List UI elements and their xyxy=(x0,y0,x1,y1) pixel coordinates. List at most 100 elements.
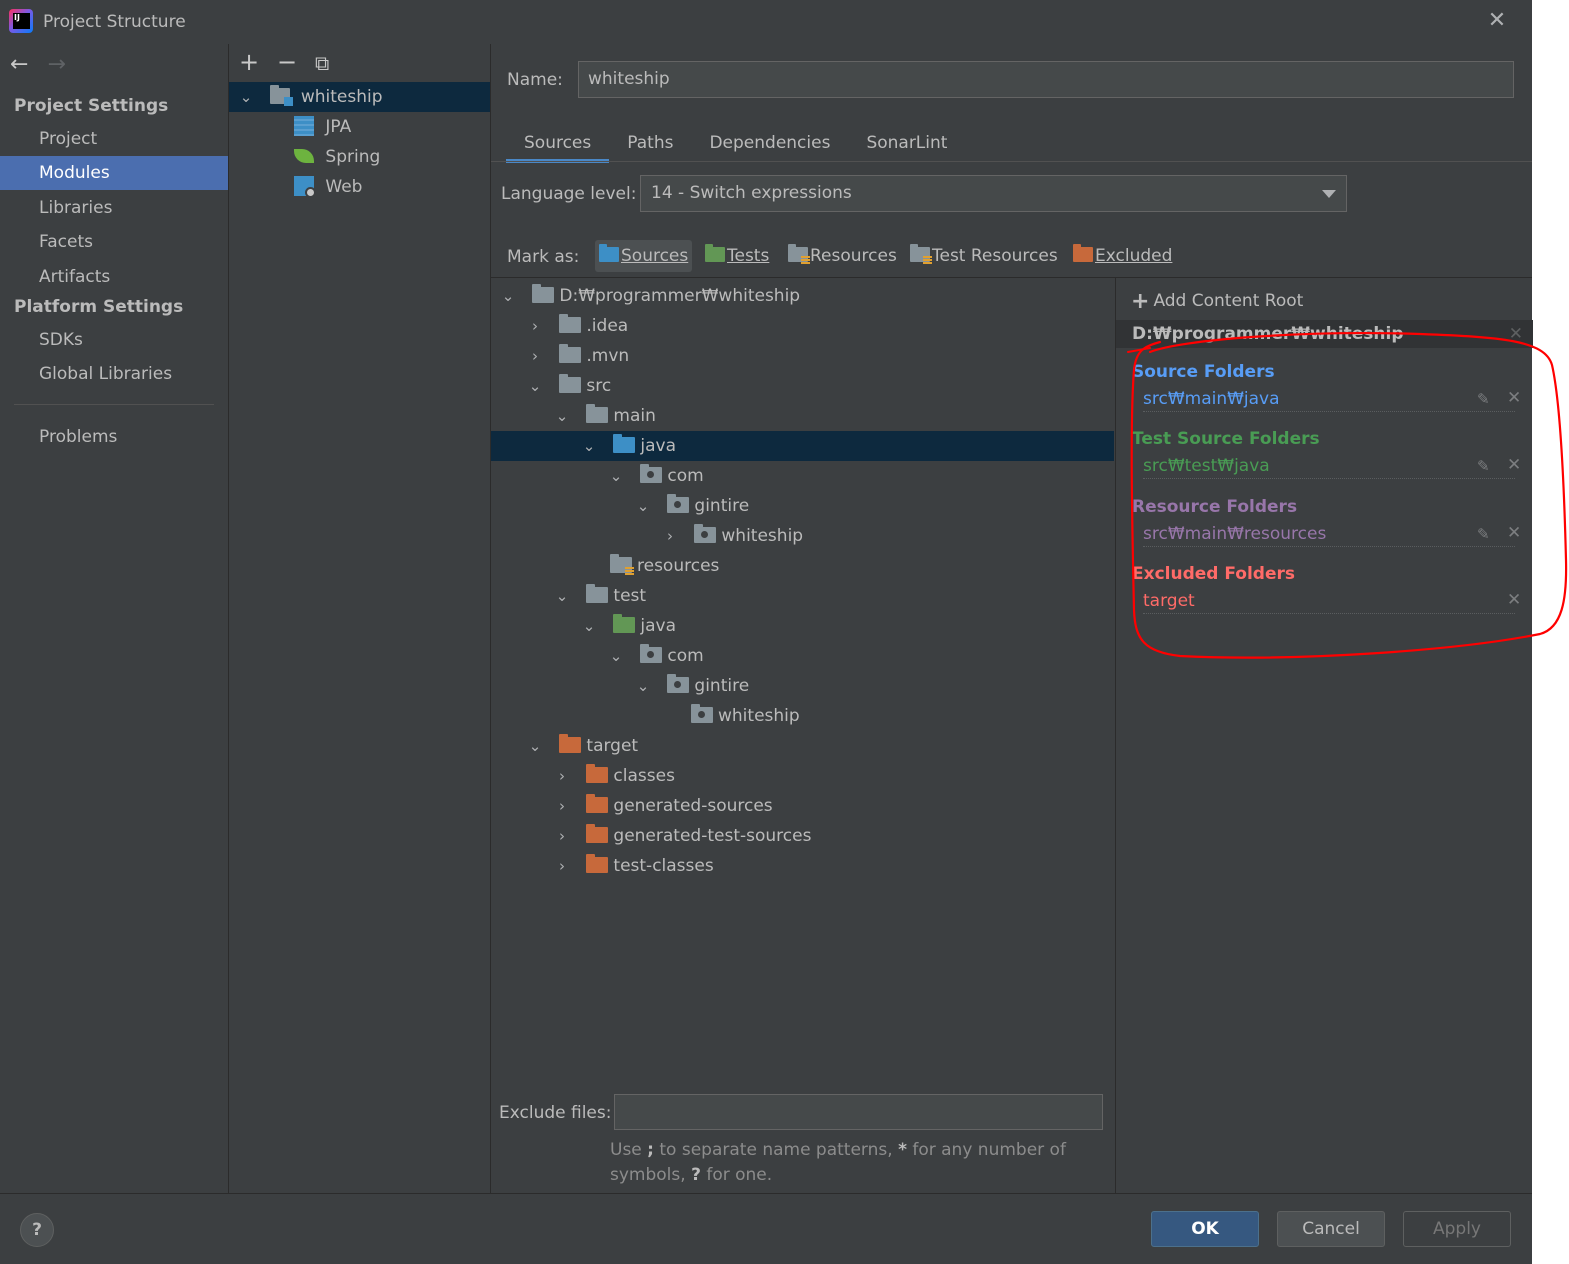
tree-row[interactable]: ⌄ D:₩programmer₩whiteship xyxy=(491,281,1114,311)
tree-row[interactable]: ⌄ java xyxy=(491,611,1114,641)
mark-sources-button[interactable]: Sources xyxy=(595,240,693,272)
chevron-down-icon[interactable]: ⌄ xyxy=(582,611,596,641)
mark-resources-button[interactable]: Resources xyxy=(784,240,901,272)
resource-folder-path[interactable]: src₩main₩resources xyxy=(1143,523,1515,547)
remove-module-icon[interactable]: − xyxy=(277,48,315,76)
chevron-down-icon[interactable]: ⌄ xyxy=(609,461,623,491)
nav-item-artifacts[interactable]: Artifacts xyxy=(0,260,228,294)
exclude-files-input[interactable] xyxy=(614,1094,1103,1130)
nav-item-global-libraries[interactable]: Global Libraries xyxy=(0,357,228,391)
chevron-right-icon[interactable]: › xyxy=(555,821,569,851)
back-arrow-icon[interactable]: ← xyxy=(10,52,28,77)
tab-dependencies[interactable]: Dependencies xyxy=(691,124,848,162)
facet-row-spring[interactable]: Spring xyxy=(229,142,490,172)
chevron-right-icon[interactable]: › xyxy=(528,341,542,371)
edit-pencil-icon[interactable]: ✎ xyxy=(1477,390,1490,408)
chevron-down-icon[interactable]: ⌄ xyxy=(528,371,542,401)
chevron-down-icon[interactable]: ⌄ xyxy=(528,731,542,761)
jpa-icon xyxy=(294,116,314,136)
module-row-whiteship[interactable]: ⌄ whiteship xyxy=(229,82,490,112)
add-module-icon[interactable]: + xyxy=(239,48,277,76)
dropdown-arrow-icon xyxy=(1322,190,1336,198)
mark-tests-button[interactable]: Tests xyxy=(701,240,773,272)
tree-label: target xyxy=(586,736,639,756)
remove-icon[interactable]: ✕ xyxy=(1507,590,1521,610)
chevron-down-icon[interactable]: ⌄ xyxy=(582,431,596,461)
tree-label: D:₩programmer₩whiteship xyxy=(559,286,801,306)
chevron-right-icon[interactable]: › xyxy=(528,311,542,341)
chevron-right-icon[interactable]: › xyxy=(663,521,677,551)
tree-row-selected[interactable]: ⌄ java xyxy=(491,431,1114,461)
tree-row[interactable]: › generated-test-sources xyxy=(491,821,1114,851)
remove-icon[interactable]: ✕ xyxy=(1507,523,1521,543)
edit-pencil-icon[interactable]: ✎ xyxy=(1477,525,1490,543)
chevron-down-icon[interactable]: ⌄ xyxy=(501,281,515,311)
tree-row[interactable]: › .mvn xyxy=(491,341,1114,371)
chevron-right-icon[interactable]: › xyxy=(555,851,569,881)
nav-item-libraries[interactable]: Libraries xyxy=(0,191,228,225)
mark-test-resources-button[interactable]: Test Resources xyxy=(906,240,1062,272)
intellij-logo-icon xyxy=(9,9,33,33)
add-content-root-label: Add Content Root xyxy=(1153,291,1304,311)
close-icon[interactable]: ✕ xyxy=(1484,8,1510,34)
folder-icon xyxy=(532,284,555,303)
tab-paths[interactable]: Paths xyxy=(609,124,691,162)
remove-icon[interactable]: ✕ xyxy=(1507,455,1521,475)
tree-row[interactable]: resources xyxy=(491,551,1114,581)
test-source-folder-icon xyxy=(613,614,636,633)
excluded-folder-path[interactable]: target xyxy=(1143,590,1515,614)
chevron-right-icon[interactable]: › xyxy=(555,761,569,791)
add-content-root-button[interactable]: + Add Content Root xyxy=(1131,289,1303,314)
ok-button[interactable]: OK xyxy=(1151,1211,1259,1247)
language-level-label: Language level: xyxy=(501,184,637,204)
sources-folder-icon xyxy=(599,244,619,262)
edit-pencil-icon[interactable]: ✎ xyxy=(1477,457,1490,475)
content-root-path: D:₩programmer₩whiteship xyxy=(1132,324,1404,344)
tree-row[interactable]: ⌄ target xyxy=(491,731,1114,761)
facet-row-web[interactable]: Web xyxy=(229,172,490,202)
chevron-right-icon[interactable]: › xyxy=(555,791,569,821)
chevron-down-icon[interactable]: ⌄ xyxy=(636,491,650,521)
tree-label: generated-test-sources xyxy=(613,826,812,846)
remove-root-icon[interactable]: ✕ xyxy=(1509,320,1523,348)
tree-row[interactable]: › whiteship xyxy=(491,521,1114,551)
language-level-select[interactable]: 14 - Switch expressions xyxy=(640,175,1347,212)
nav-item-problems[interactable]: Problems xyxy=(0,420,228,454)
tree-row[interactable]: › generated-sources xyxy=(491,791,1114,821)
tree-row[interactable]: › test-classes xyxy=(491,851,1114,881)
chevron-down-icon[interactable]: ⌄ xyxy=(636,671,650,701)
chevron-down-icon[interactable]: ⌄ xyxy=(555,401,569,431)
source-folders-title: Source Folders xyxy=(1132,362,1275,382)
nav-item-modules[interactable]: Modules xyxy=(0,156,228,190)
tree-row[interactable]: ⌄ test xyxy=(491,581,1114,611)
test-source-folder-path[interactable]: src₩test₩java xyxy=(1143,455,1515,479)
web-globe-icon xyxy=(294,176,316,198)
forward-arrow-icon[interactable]: → xyxy=(47,52,65,77)
tree-row[interactable]: ⌄ com xyxy=(491,641,1114,671)
tree-row[interactable]: › .idea xyxy=(491,311,1114,341)
tree-row[interactable]: ⌄ gintire xyxy=(491,671,1114,701)
chevron-down-icon[interactable]: ⌄ xyxy=(239,82,253,112)
tab-sources[interactable]: Sources xyxy=(506,124,610,163)
nav-item-project[interactable]: Project xyxy=(0,122,228,156)
help-button[interactable]: ? xyxy=(20,1213,54,1247)
chevron-down-icon[interactable]: ⌄ xyxy=(555,581,569,611)
tree-row[interactable]: ⌄ com xyxy=(491,461,1114,491)
copy-module-icon[interactable]: ⧉ xyxy=(315,51,353,75)
tab-sonarlint[interactable]: SonarLint xyxy=(848,124,965,162)
nav-item-facets[interactable]: Facets xyxy=(0,225,228,259)
apply-button[interactable]: Apply xyxy=(1403,1211,1511,1247)
source-folder-path[interactable]: src₩main₩java xyxy=(1143,388,1515,412)
nav-item-sdks[interactable]: SDKs xyxy=(0,323,228,357)
remove-icon[interactable]: ✕ xyxy=(1507,388,1521,408)
cancel-button[interactable]: Cancel xyxy=(1277,1211,1385,1247)
module-name-field[interactable]: whiteship xyxy=(578,61,1514,98)
tree-row[interactable]: ⌄ main xyxy=(491,401,1114,431)
tree-row[interactable]: › classes xyxy=(491,761,1114,791)
mark-excluded-button[interactable]: Excluded xyxy=(1069,240,1176,272)
facet-row-jpa[interactable]: JPA xyxy=(229,112,490,142)
tree-row[interactable]: ⌄ gintire xyxy=(491,491,1114,521)
chevron-down-icon[interactable]: ⌄ xyxy=(609,641,623,671)
tree-row[interactable]: ⌄ src xyxy=(491,371,1114,401)
tree-row[interactable]: whiteship xyxy=(491,701,1114,731)
